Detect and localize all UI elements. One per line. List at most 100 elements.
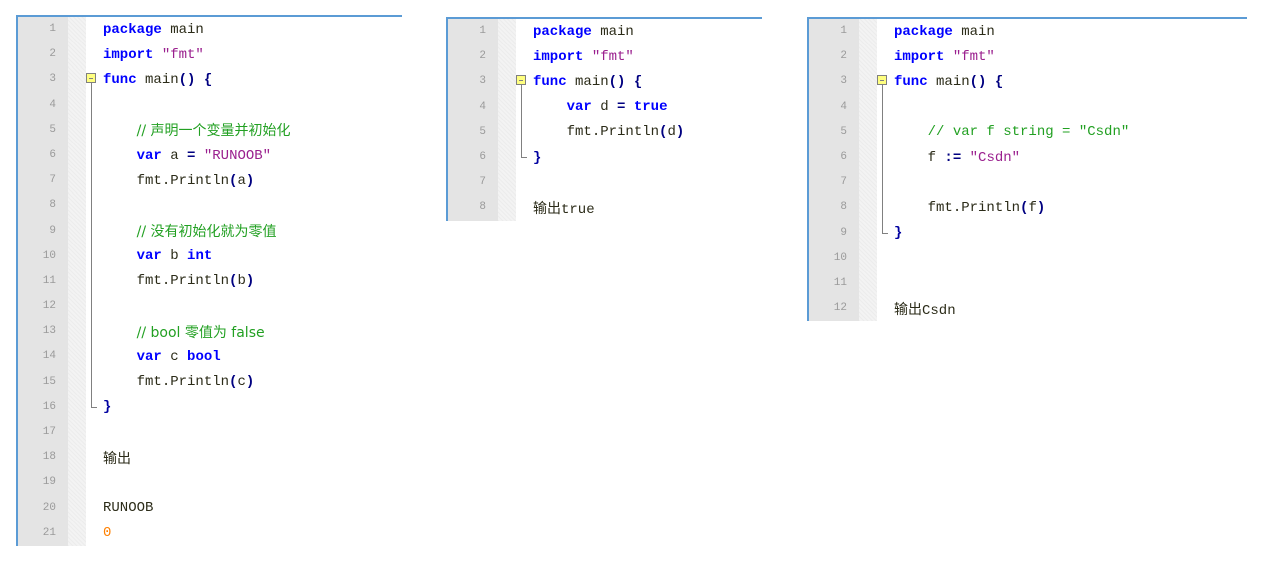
code-line[interactable]: 6 f := "Csdn": [809, 144, 1247, 171]
code-text[interactable]: import "fmt": [892, 49, 995, 65]
fold-minus-box-icon[interactable]: [86, 73, 96, 84]
code-line[interactable]: 11: [809, 270, 1247, 297]
code-line[interactable]: 4: [18, 92, 402, 118]
identifier-token: main: [566, 73, 609, 90]
output-text: 输出: [533, 200, 561, 217]
line-number: 7: [448, 170, 498, 196]
code-line[interactable]: 18 输出: [18, 445, 402, 471]
symbol-margin: [859, 19, 877, 45]
code-text[interactable]: f := "Csdn": [892, 150, 1020, 166]
code-line[interactable]: 17: [18, 420, 402, 446]
code-line[interactable]: 1 package main: [18, 17, 402, 43]
symbol-margin: [68, 470, 86, 496]
code-line[interactable]: 5 // 声明一个变量并初始化: [18, 117, 402, 143]
fold-collapse-icon[interactable]: [516, 69, 531, 95]
code-line[interactable]: 5 fmt.Println(d): [448, 119, 762, 145]
code-text[interactable]: func main() {: [892, 74, 1003, 90]
code-line[interactable]: 20 RUNOOB: [18, 495, 402, 521]
code-text[interactable]: // 没有初始化就为零值: [101, 221, 277, 241]
code-line[interactable]: 10: [809, 245, 1247, 271]
code-line[interactable]: 10 var b int: [18, 243, 402, 269]
code-line[interactable]: 19: [18, 470, 402, 496]
code-text[interactable]: package main: [531, 24, 634, 40]
code-line[interactable]: 14 var c bool: [18, 344, 402, 370]
code-text[interactable]: var d = true: [531, 99, 668, 115]
identifier-token: Csdn: [922, 302, 956, 319]
editor-panel-variables[interactable]: 1 package main 2 import "fmt" 3 func main() {…: [16, 15, 402, 546]
code-line[interactable]: 8 输出true: [448, 195, 762, 221]
code-line[interactable]: 11 fmt.Println(b): [18, 268, 402, 295]
code-line[interactable]: 4: [809, 94, 1247, 120]
code-line[interactable]: 3 func main() {: [448, 69, 762, 95]
fold-margin: [877, 296, 892, 321]
code-line[interactable]: 1 package main: [448, 19, 762, 45]
fold-line-segment: [91, 406, 97, 408]
code-text[interactable]: fmt.Println(c): [101, 374, 255, 390]
code-line[interactable]: 13 // bool 零值为 false: [18, 319, 402, 345]
code-line[interactable]: 12: [18, 294, 402, 320]
code-text[interactable]: import "fmt": [101, 47, 204, 63]
fold-collapse-icon[interactable]: [86, 67, 101, 93]
code-text[interactable]: // bool 零值为 false: [101, 322, 265, 342]
fold-minus-box-icon[interactable]: [877, 75, 887, 86]
code-text[interactable]: import "fmt": [531, 49, 634, 65]
code-text[interactable]: fmt.Println(a): [101, 173, 255, 189]
keyword-token: int: [187, 248, 213, 265]
fold-line-segment: [91, 243, 92, 269]
code-line[interactable]: 21 0: [18, 520, 402, 546]
code-line[interactable]: 7: [448, 170, 762, 196]
code-text[interactable]: // 声明一个变量并初始化: [101, 120, 291, 140]
code-line[interactable]: 8 fmt.Println(f): [809, 195, 1247, 221]
code-text[interactable]: fmt.Println(b): [101, 273, 255, 289]
editor-panel-bool[interactable]: 1 package main 2 import "fmt" 3 func main() {…: [446, 17, 762, 221]
code-text[interactable]: fmt.Println(f): [892, 200, 1046, 216]
code-line[interactable]: 9 // 没有初始化就为零值: [18, 218, 402, 244]
code-text[interactable]: 输出true: [531, 198, 595, 218]
code-line[interactable]: 3 func main() {: [809, 69, 1247, 95]
symbol-margin: [68, 268, 86, 295]
code-text[interactable]: var c bool: [101, 349, 221, 365]
fold-minus-box-icon[interactable]: [516, 75, 526, 86]
code-line[interactable]: 2 import "fmt": [18, 42, 402, 68]
code-line[interactable]: 5 // var f string = "Csdn": [809, 119, 1247, 145]
code-text[interactable]: var b int: [101, 248, 213, 265]
code-line[interactable]: 2 import "fmt": [809, 44, 1247, 70]
code-text[interactable]: package main: [101, 22, 204, 38]
code-text[interactable]: package main: [892, 24, 995, 40]
code-line[interactable]: 3 func main() {: [18, 67, 402, 93]
fold-margin: [516, 19, 531, 44]
code-text[interactable]: RUNOOB: [101, 500, 153, 516]
code-line[interactable]: 2 import "fmt": [448, 44, 762, 70]
code-text[interactable]: func main() {: [531, 74, 642, 90]
code-line[interactable]: 8: [18, 193, 402, 219]
code-line[interactable]: 7 fmt.Println(a): [18, 168, 402, 194]
code-text[interactable]: }: [531, 150, 541, 166]
code-line[interactable]: 12 输出Csdn: [809, 296, 1247, 322]
code-line[interactable]: 16}: [18, 394, 402, 420]
code-line[interactable]: 6 var a = "RUNOOB": [18, 142, 402, 169]
code-text[interactable]: 输出Csdn: [892, 299, 956, 319]
code-line[interactable]: 4 var d = true: [448, 94, 762, 120]
code-text[interactable]: // var f string = "Csdn": [892, 124, 1130, 140]
code-line[interactable]: 6}: [448, 144, 762, 171]
line-number: 4: [809, 94, 859, 120]
code-text[interactable]: func main() {: [101, 72, 212, 88]
line-number: 4: [448, 94, 498, 120]
code-text[interactable]: }: [101, 399, 111, 415]
code-text[interactable]: var a = "RUNOOB": [101, 148, 271, 164]
code-line[interactable]: 15 fmt.Println(c): [18, 369, 402, 395]
code-text[interactable]: 输出: [101, 448, 131, 468]
code-text[interactable]: 0: [101, 525, 111, 541]
code-text[interactable]: }: [892, 225, 902, 241]
fold-end-icon: [516, 144, 531, 170]
fold-margin: [86, 496, 101, 521]
code-line[interactable]: 9}: [809, 220, 1247, 246]
fold-collapse-icon[interactable]: [877, 69, 892, 95]
editor-panel-short-decl[interactable]: 1 package main 2 import "fmt" 3 func main() {…: [807, 17, 1247, 322]
code-line[interactable]: 1 package main: [809, 19, 1247, 45]
code-text[interactable]: fmt.Println(d): [531, 124, 685, 140]
code-line[interactable]: 7: [809, 170, 1247, 196]
